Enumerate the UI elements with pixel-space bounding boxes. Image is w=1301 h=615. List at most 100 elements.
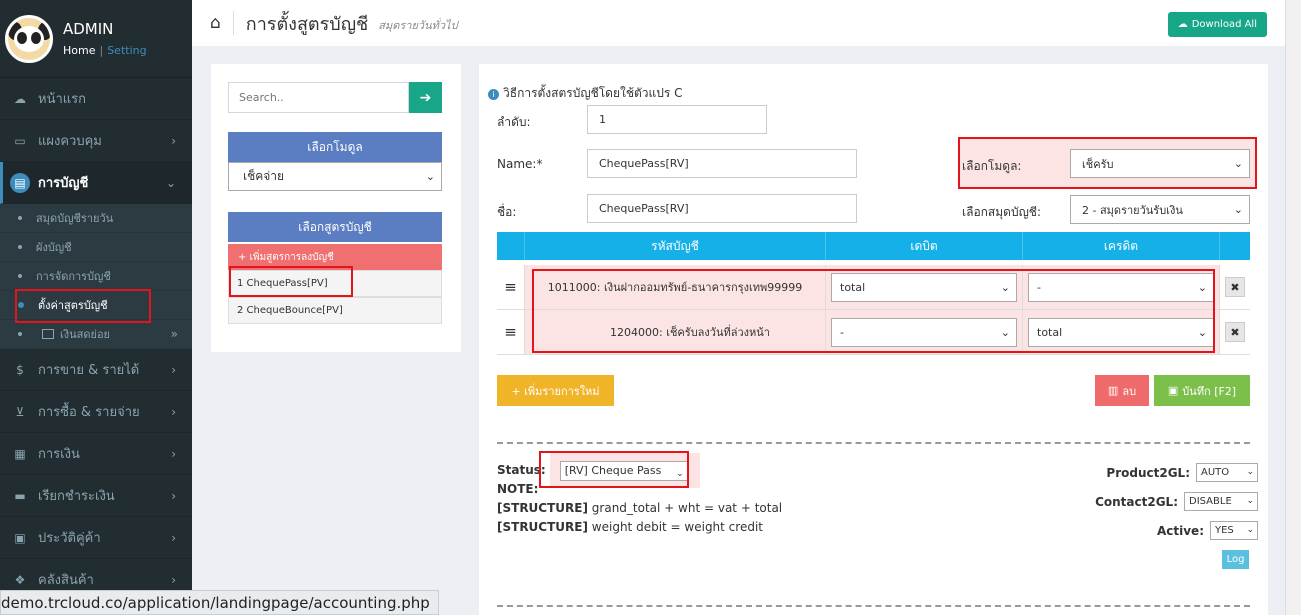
menu-item-dashboard[interactable]: ▭ แผงควบคุม › bbox=[0, 120, 192, 162]
chevron-right-icon: › bbox=[171, 134, 176, 148]
order-label: ลำดับ: bbox=[497, 115, 531, 129]
add-row-button[interactable]: + เพิ่มรายการใหม่ bbox=[497, 375, 614, 406]
chevron-down-icon: ⌄ bbox=[425, 170, 435, 183]
user-name: ADMIN bbox=[63, 20, 114, 38]
search-go-button[interactable]: ➔ bbox=[409, 82, 442, 113]
sub-item-account-management[interactable]: การจัดการบัญชี bbox=[0, 262, 192, 291]
double-chevron-icon: » bbox=[170, 327, 178, 341]
order-input[interactable]: 1 bbox=[587, 105, 767, 134]
module-head: เลือกโมดูล bbox=[228, 132, 442, 162]
arrow-right-icon: ➔ bbox=[419, 89, 432, 106]
page-title: การตั้งสูตรบัญชี bbox=[245, 13, 369, 35]
chevron-right-icon: › bbox=[171, 447, 176, 461]
sub-item-chart-of-accounts[interactable]: ผังบัญชี bbox=[0, 233, 192, 262]
info-icon: i bbox=[488, 89, 499, 100]
content-header: ⌂ การตั้งสูตรบัญชี สมุดรายวันทั่วไป ☁ Dow… bbox=[192, 0, 1285, 46]
drag-handle-icon[interactable]: ≡ bbox=[497, 310, 525, 354]
chevron-right-icon: › bbox=[171, 489, 176, 503]
account-column-header: รหัสบัญชี bbox=[525, 232, 826, 260]
menu-item-home[interactable]: ☁ หน้าแรก bbox=[0, 78, 192, 120]
card-icon: ▬ bbox=[14, 488, 26, 503]
delete-row-button[interactable]: ✖ bbox=[1225, 277, 1245, 297]
cloud-download-icon: ☁ bbox=[1177, 19, 1188, 30]
accounting-submenu: สมุดบัญชีรายวัน ผังบัญชี การจัดการบัญชี … bbox=[0, 204, 192, 349]
chevron-down-icon: ⌄ bbox=[1233, 203, 1243, 216]
download-all-button[interactable]: ☁ Download All bbox=[1167, 12, 1267, 37]
cubes-icon: ❖ bbox=[14, 572, 26, 587]
dollar-icon: $ bbox=[16, 362, 24, 377]
avatar bbox=[5, 14, 53, 63]
cart-icon: ⊻ bbox=[15, 404, 25, 419]
highlight-module-select bbox=[958, 137, 1257, 189]
user-panel: ADMIN Home | Setting bbox=[0, 0, 192, 78]
save-button[interactable]: ▣ บันทึก [F2] bbox=[1154, 375, 1250, 406]
sub-item-petty-cash[interactable]: เงินสดย่อย» bbox=[0, 320, 192, 349]
setting-link[interactable]: Setting bbox=[107, 44, 146, 57]
close-icon: ✖ bbox=[1230, 325, 1240, 339]
structure-line-2: weight debit = weight credit bbox=[591, 520, 763, 534]
highlight-gl-rows bbox=[532, 269, 1215, 353]
home-link[interactable]: Home bbox=[63, 44, 95, 57]
highlight-selected-formula bbox=[229, 266, 353, 297]
divider bbox=[497, 442, 1250, 444]
formula-list-panel: ➔ เลือกโมดูล เช็คจ่าย⌄ เลือกสูตรบัญชี + … bbox=[211, 64, 461, 352]
chevron-right-icon: › bbox=[171, 531, 176, 545]
status-url: demo.trcloud.co/application/landingpage/… bbox=[0, 590, 439, 615]
chevron-down-icon: ⌄ bbox=[1246, 467, 1254, 477]
module-select[interactable]: เช็คจ่าย ⌄ bbox=[228, 162, 442, 191]
chevron-right-icon: › bbox=[171, 405, 176, 419]
product2gl-select[interactable]: AUTO ⌄ bbox=[1196, 463, 1258, 482]
home-icon[interactable]: ⌂ bbox=[210, 13, 221, 33]
drag-handle-icon[interactable]: ≡ bbox=[497, 265, 525, 309]
name-th-input[interactable]: ChequePass[RV] bbox=[587, 194, 857, 223]
menu-item-accounting[interactable]: ▤ การบัญชี ⌄ bbox=[0, 162, 192, 204]
formula-head: เลือกสูตรบัญชี bbox=[228, 212, 442, 242]
highlight-formula-settings bbox=[15, 289, 151, 323]
highlight-status-select bbox=[539, 451, 689, 488]
trash-icon: ▥ bbox=[1107, 384, 1119, 397]
info-line: i วิธีการตั้งสตรบัญชีโดยใช้ตัวแปร C bbox=[488, 84, 683, 103]
delete-button[interactable]: ▥ ลบ bbox=[1095, 375, 1149, 406]
close-icon: ✖ bbox=[1230, 280, 1240, 294]
active-select[interactable]: YES ⌄ bbox=[1210, 521, 1258, 540]
contact2gl-select[interactable]: DISABLE ⌄ bbox=[1184, 492, 1258, 511]
menu-item-sales[interactable]: $ การขาย & รายได้ › bbox=[0, 349, 192, 391]
gl-table-header: รหัสบัญชี เดบิต เครดิต bbox=[497, 232, 1250, 260]
menu-item-contacts[interactable]: ▣ ประวัติคู่ค้า › bbox=[0, 517, 192, 559]
note-label: NOTE: bbox=[497, 482, 539, 496]
divider bbox=[497, 605, 1250, 607]
product2gl-option: Product2GL: AUTO ⌄ bbox=[1106, 463, 1258, 482]
menu-item-billing[interactable]: ▬ เรียกชำระเงิน › bbox=[0, 475, 192, 517]
page-subtitle: สมุดรายวันทั่วไป bbox=[378, 19, 458, 32]
book-icon: ▤ bbox=[10, 172, 30, 193]
contact2gl-option: Contact2GL: DISABLE ⌄ bbox=[1095, 492, 1258, 511]
name-input[interactable]: ChequePass[RV] bbox=[587, 149, 857, 178]
journal-select[interactable]: 2 - สมุดรายวันรับเงิน ⌄ bbox=[1070, 195, 1250, 224]
search-input[interactable] bbox=[228, 82, 409, 113]
menu-item-finance[interactable]: ▦ การเงิน › bbox=[0, 433, 192, 475]
name-label: Name:* bbox=[497, 157, 543, 171]
calendar-icon: ▦ bbox=[14, 446, 26, 461]
debit-column-header: เดบิต bbox=[826, 232, 1023, 260]
delete-row-button[interactable]: ✖ bbox=[1225, 322, 1245, 342]
menu-item-purchase[interactable]: ⊻ การซื้อ & รายจ่าย › bbox=[0, 391, 192, 433]
formula-item[interactable]: 2 ChequeBounce[PV] bbox=[228, 297, 442, 324]
log-button[interactable]: Log bbox=[1222, 550, 1249, 569]
name-th-label: ชื่อ: bbox=[497, 205, 517, 219]
active-option: Active: YES ⌄ bbox=[1157, 521, 1258, 540]
chevron-right-icon: › bbox=[171, 573, 176, 587]
chevron-right-icon: › bbox=[171, 363, 176, 377]
contact-icon: ▣ bbox=[14, 530, 26, 545]
structure-line-1: grand_total + wht = vat + total bbox=[591, 501, 783, 515]
money-icon bbox=[42, 329, 54, 339]
chevron-down-icon: ⌄ bbox=[165, 176, 176, 190]
sub-item-journal[interactable]: สมุดบัญชีรายวัน bbox=[0, 204, 192, 233]
credit-column-header: เครดิต bbox=[1023, 232, 1220, 260]
save-icon: ▣ bbox=[1167, 384, 1179, 397]
cloud-icon: ☁ bbox=[14, 91, 26, 106]
chevron-down-icon: ⌄ bbox=[1246, 525, 1254, 535]
page-scrollbar[interactable] bbox=[1285, 0, 1301, 615]
chevron-down-icon: ⌄ bbox=[1246, 496, 1254, 506]
journal-label: เลือกสมุดบัญชี: bbox=[962, 205, 1041, 219]
monitor-icon: ▭ bbox=[14, 133, 26, 148]
